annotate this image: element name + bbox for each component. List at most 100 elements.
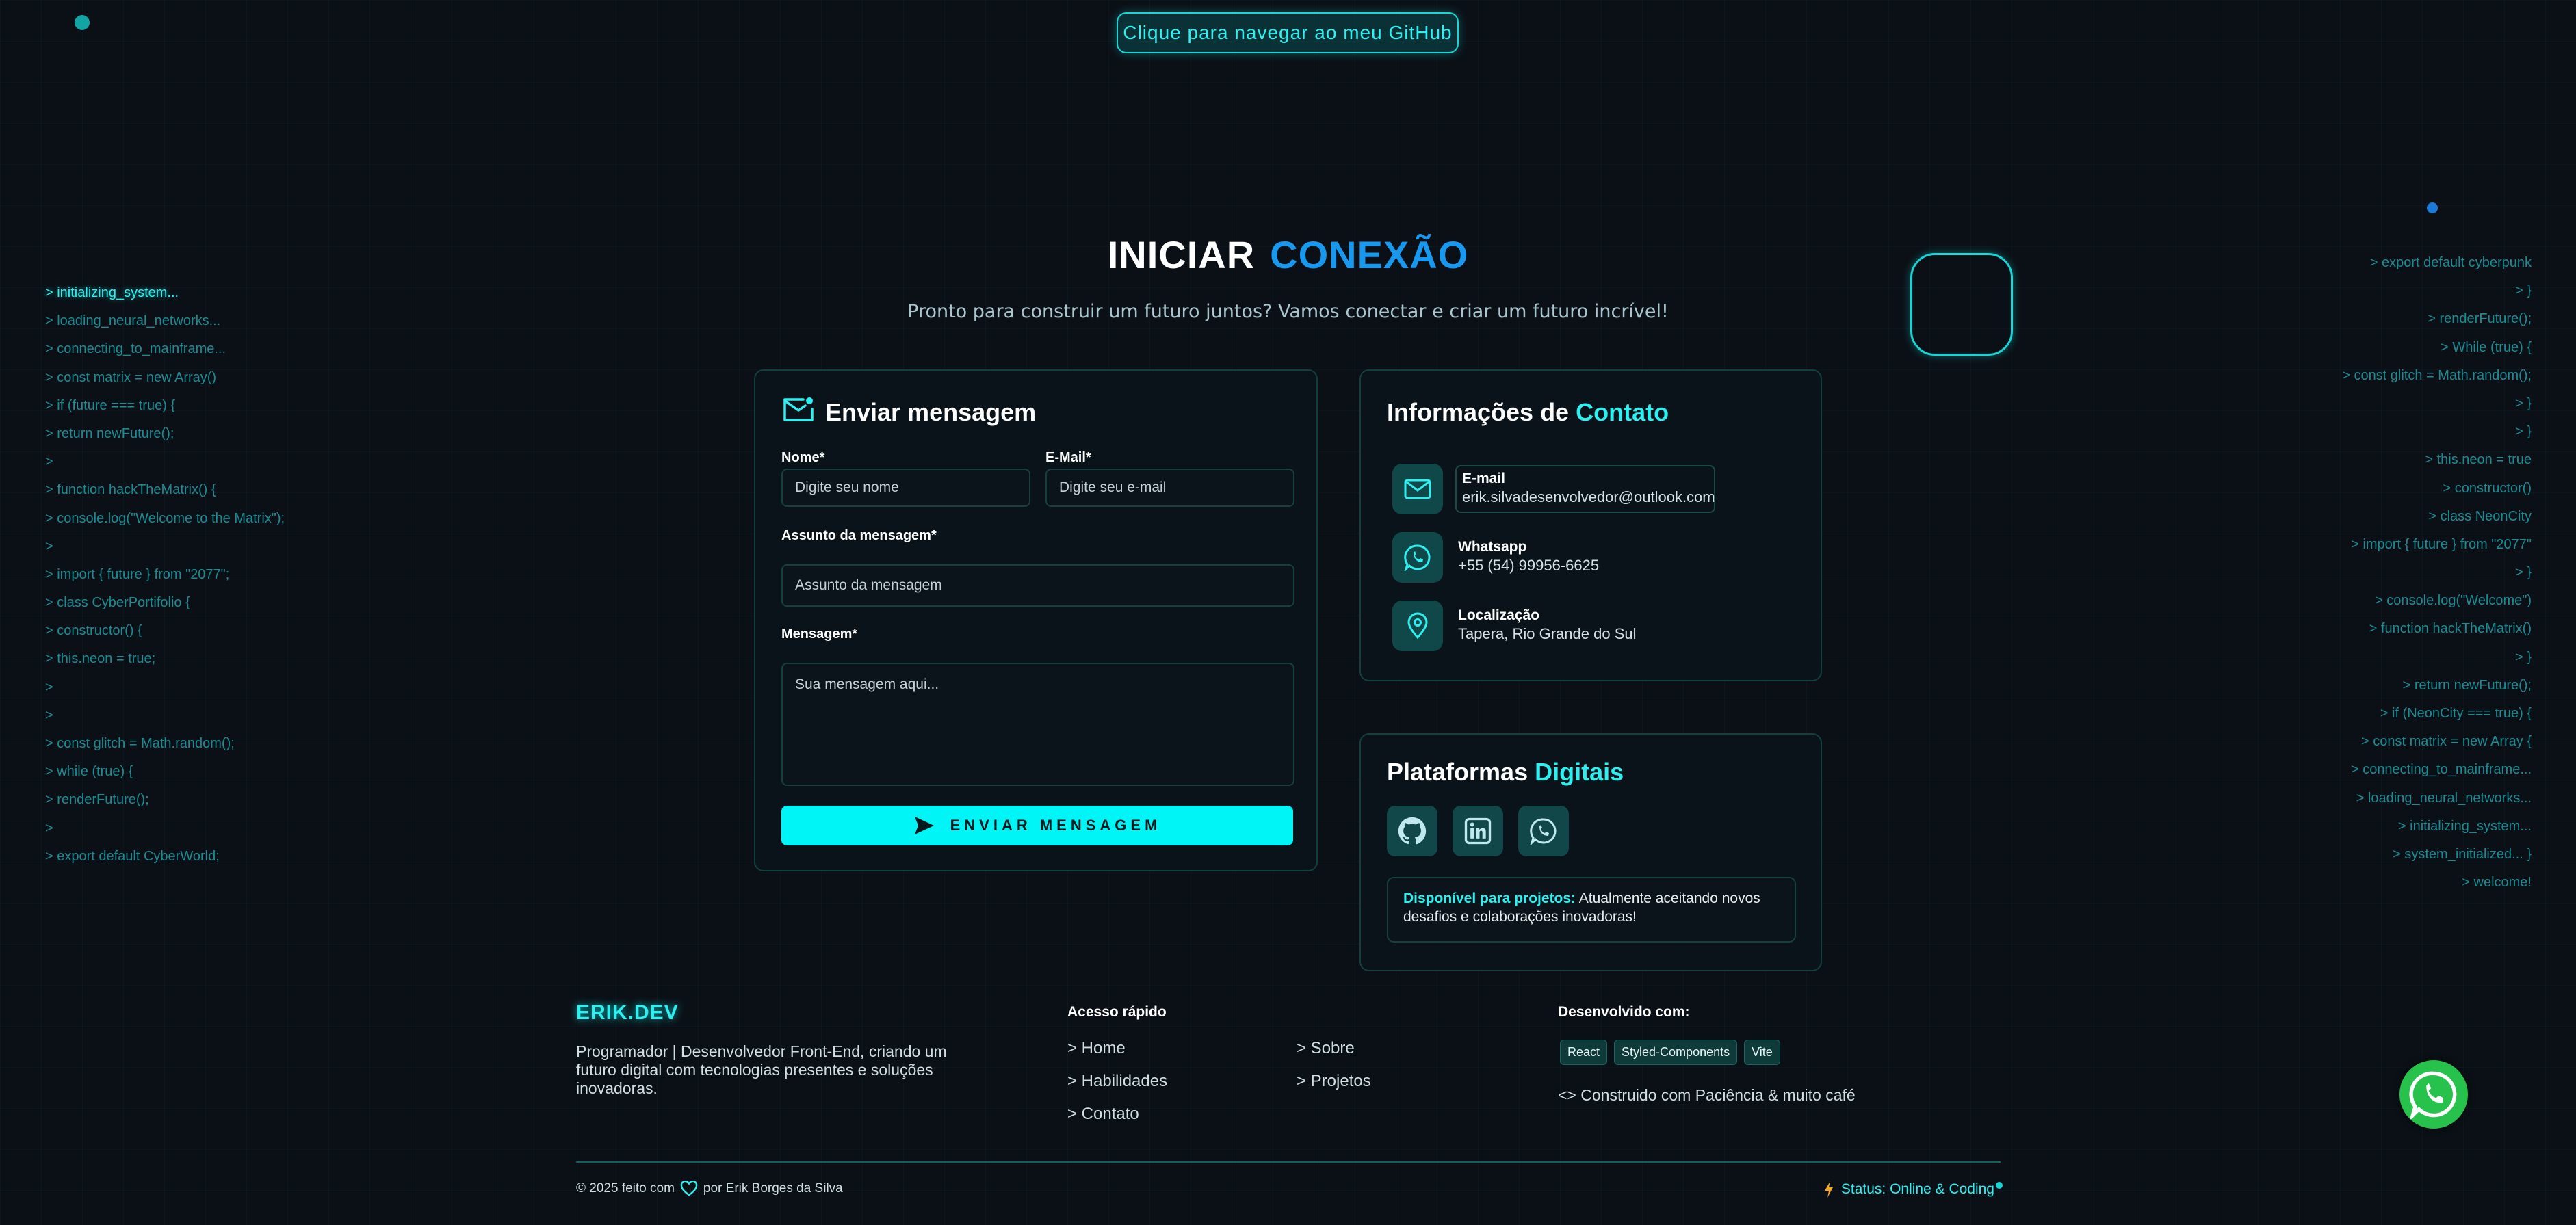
subject-input[interactable] <box>781 564 1294 607</box>
code-line: > console.log("Welcome to the Matrix"); <box>45 510 285 526</box>
availability-label: Disponível para projetos: <box>1403 891 1576 906</box>
code-line: > const matrix = new Array { <box>2361 734 2532 750</box>
code-column-right: > export default cyberpunk > } > renderF… <box>2121 249 2532 897</box>
bolt-icon <box>1824 1181 1833 1198</box>
footer-link-projetos[interactable]: > Projetos <box>1297 1072 1371 1091</box>
whatsapp-icon <box>1530 818 1557 845</box>
decor-dot <box>2427 202 2438 213</box>
github-icon <box>1398 817 1427 845</box>
tech-tags: React Styled-Components Vite <box>1560 1040 1780 1065</box>
code-line: > class CyberPortifolio { <box>45 595 190 611</box>
title-blue: CONEXÃO <box>1270 233 1469 276</box>
code-line: > <box>45 707 53 723</box>
code-line: > initializing_system... <box>2397 818 2532 834</box>
title-white: INICIAR <box>1107 233 1256 276</box>
location-icon-box <box>1392 601 1443 651</box>
whatsapp-info[interactable]: Whatsapp +55 (54) 99956-6625 <box>1458 539 1599 575</box>
copyright: © 2025 feito com por Erik Borges da Silv… <box>576 1181 843 1197</box>
code-line: > <box>45 820 53 836</box>
code-line: > this.neon = true; <box>45 651 156 667</box>
whatsapp-platform-link[interactable] <box>1518 806 1569 856</box>
email-title: E-mail <box>1462 471 1506 486</box>
code-line: > export default CyberWorld; <box>45 848 220 864</box>
code-line: > constructor() <box>2443 480 2532 496</box>
code-line: > system_initialized... } <box>2393 846 2532 862</box>
code-line: > connecting_to_mainframe... <box>2350 762 2532 778</box>
code-line: > function hackTheMatrix() <box>2369 621 2532 637</box>
tech-tag: Styled-Components <box>1614 1040 1738 1065</box>
code-line: > import { future } from "2077" <box>2351 536 2532 552</box>
code-line: > } <box>2515 565 2532 581</box>
built-with-text: <> Construido com Paciência & muito café <box>1558 1086 1856 1104</box>
code-line: > } <box>2515 649 2532 665</box>
code-line: > const matrix = new Array() <box>45 369 217 385</box>
code-line: > <box>45 538 53 554</box>
contact-info-card: Informações de Contato E-mail erik.silva… <box>1359 369 1822 681</box>
page-subtitle: Pronto para construir um futuro juntos? … <box>907 301 1669 322</box>
code-line: > this.neon = true <box>2425 452 2532 468</box>
footer-link-home[interactable]: > Home <box>1067 1039 1126 1058</box>
copyright-right: por Erik Borges da Silva <box>703 1181 843 1196</box>
send-label: ENVIAR MENSAGEM <box>950 817 1162 834</box>
footer-link-contato[interactable]: > Contato <box>1067 1105 1139 1124</box>
mail-send-icon <box>783 397 814 421</box>
github-link[interactable] <box>1387 806 1437 856</box>
code-line: > if (future === true) { <box>45 397 176 413</box>
whatsapp-icon <box>1404 544 1431 571</box>
code-line: > } <box>2515 424 2532 440</box>
code-line: > renderFuture(); <box>45 792 149 808</box>
code-line: > constructor() { <box>45 623 142 639</box>
footer-link-sobre[interactable]: > Sobre <box>1297 1039 1355 1058</box>
whatsapp-float-button[interactable] <box>2399 1060 2468 1129</box>
code-line: > class NeonCity <box>2428 508 2532 524</box>
code-column-left: > initializing_system... > loading_neura… <box>45 279 387 871</box>
tech-tag: Vite <box>1744 1040 1780 1065</box>
developed-with-title: Desenvolvido com: <box>1558 1004 1690 1020</box>
code-line: > loading_neural_networks... <box>2356 790 2532 806</box>
status-dot <box>1996 1182 2003 1189</box>
subject-label: Assunto da mensagem* <box>781 528 937 543</box>
platforms-title: Plataformas Digitais <box>1387 758 1624 787</box>
message-textarea[interactable] <box>781 663 1294 786</box>
status-indicator: Status: Online & Coding <box>1823 1181 2003 1198</box>
send-message-button[interactable]: ENVIAR MENSAGEM <box>781 806 1293 845</box>
code-line: > } <box>2515 395 2532 411</box>
code-line: > return newFuture(); <box>45 425 174 441</box>
code-line: > console.log("Welcome") <box>2375 593 2532 609</box>
code-line: > connecting_to_mainframe... <box>45 341 226 357</box>
code-line: > import { future } from "2077"; <box>45 566 230 582</box>
footer-brand: ERIK.DEV <box>576 1001 679 1024</box>
whatsapp-value: +55 (54) 99956-6625 <box>1458 557 1600 574</box>
email-value: erik.silvadesenvolvedor@outlook.com <box>1462 488 1715 505</box>
location-title: Localização <box>1458 607 1540 623</box>
code-line: > <box>45 679 53 695</box>
email-icon-box <box>1392 464 1443 514</box>
send-icon <box>914 817 934 834</box>
mail-icon <box>1404 479 1431 499</box>
code-line: > welcome! <box>2462 875 2532 891</box>
code-line: > While (true) { <box>2441 339 2532 355</box>
name-input[interactable] <box>781 469 1030 507</box>
linkedin-link[interactable] <box>1453 806 1503 856</box>
page-title: INICIAR CONEXÃO <box>0 233 2576 277</box>
footer-description: Programador | Desenvolvedor Front-End, c… <box>576 1042 947 1097</box>
code-line: > <box>45 454 53 470</box>
email-input[interactable] <box>1045 469 1294 507</box>
availability-box: Disponível para projetos: Atualmente ace… <box>1387 877 1796 943</box>
location-value: Tapera, Rio Grande do Sul <box>1458 625 1637 642</box>
github-nav-button[interactable]: Clique para navegar ao meu GitHub <box>1117 12 1459 53</box>
tech-tag: React <box>1560 1040 1608 1065</box>
status-text: Status: Online & Coding <box>1840 1181 1994 1197</box>
footer-link-habilidades[interactable]: > Habilidades <box>1067 1072 1167 1091</box>
code-line: > const glitch = Math.random(); <box>2342 367 2532 383</box>
email-info[interactable]: E-mail erik.silvadesenvolvedor@outlook.c… <box>1455 465 1715 513</box>
form-title: Enviar mensagem <box>825 398 1037 426</box>
decor-dot <box>75 15 90 30</box>
code-line: > function hackTheMatrix() { <box>45 482 216 498</box>
code-line: > return newFuture(); <box>2402 677 2532 693</box>
code-line: > while (true) { <box>45 764 133 780</box>
map-pin-icon <box>1407 612 1428 640</box>
copyright-left: © 2025 feito com <box>576 1181 675 1196</box>
linkedin-icon <box>1464 817 1492 845</box>
info-title-white: Informações de <box>1387 398 1570 426</box>
